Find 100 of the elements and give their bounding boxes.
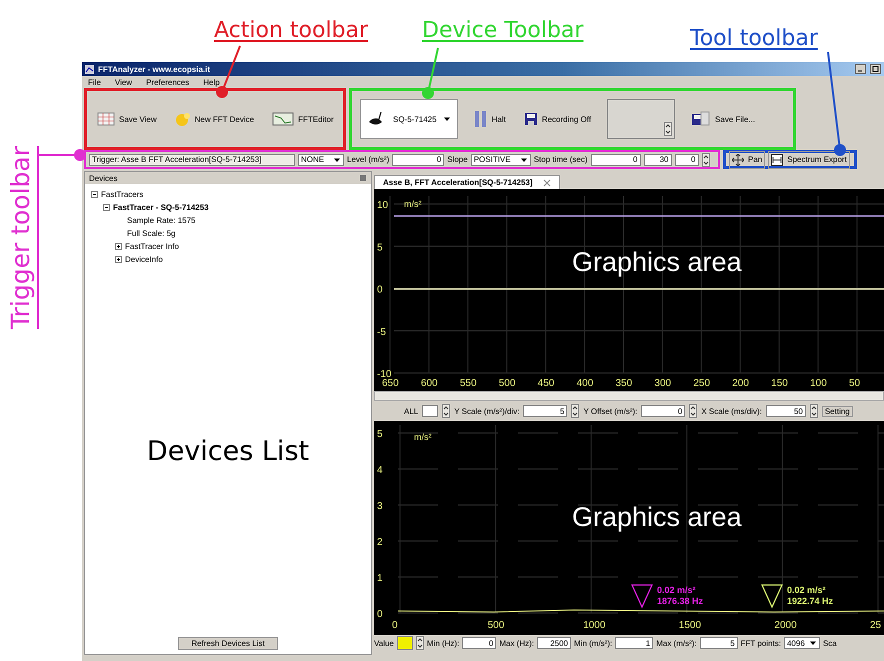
scrollbar[interactable]: [374, 391, 884, 401]
spinner-arrows-icon[interactable]: [702, 152, 710, 166]
tree-item[interactable]: Sample Rate: 1575: [127, 216, 196, 225]
mode-dropdown[interactable]: NONE: [298, 154, 344, 166]
annotation-label: Device Toolbar: [422, 20, 584, 42]
menu-item[interactable]: Preferences: [146, 78, 190, 86]
toolbar-button[interactable]: New FFT Device: [172, 109, 256, 129]
tree-item[interactable]: DeviceInfo: [125, 255, 163, 264]
spectrum-icon: [771, 154, 784, 166]
field-label: X Scale (ms/div):: [701, 406, 762, 416]
device-dropdown[interactable]: SQ-5-71425: [360, 99, 458, 139]
max-value-field[interactable]: 5: [700, 637, 738, 649]
tree-item[interactable]: Full Scale: 5g: [127, 229, 176, 238]
x-scale-field[interactable]: 50: [766, 405, 806, 417]
trigger-source-field[interactable]: Trigger: Asse B FFT Acceleration[SQ-5-714253]: [89, 154, 295, 166]
move-arrows-icon: [732, 154, 744, 166]
axis-tick-label: 200: [732, 378, 749, 389]
axis-tick-label: 2000: [774, 620, 797, 631]
spinner-arrows-icon[interactable]: [689, 404, 698, 418]
marker-frequency: 1922.74 Hz: [787, 596, 834, 606]
axis-tick-label: 5: [377, 242, 383, 254]
y-offset-field[interactable]: 0: [641, 405, 686, 417]
collapse-icon[interactable]: [103, 204, 110, 211]
marker-frequency: 1876.38 Hz: [657, 596, 704, 606]
max-hz-field[interactable]: 2500: [537, 637, 571, 649]
annotation-label: Trigger toolbar: [8, 146, 33, 329]
toolbar-button[interactable]: Pan: [729, 150, 766, 168]
halt-button[interactable]: Halt: [472, 108, 508, 130]
dropdown-arrow-icon: [520, 156, 528, 164]
field-label: Value: [374, 638, 394, 648]
field-label: Min (m/s²):: [574, 638, 612, 648]
min-hz-field[interactable]: 0: [462, 637, 496, 649]
chart-icon: [272, 112, 294, 126]
dropdown-arrow-icon: [442, 115, 451, 123]
unit-label: m/s²: [404, 199, 422, 209]
menu-item[interactable]: Help: [203, 78, 220, 86]
axis-tick-label: 0: [377, 284, 383, 296]
toolbar-button[interactable]: Spectrum Export: [768, 150, 850, 168]
pause-icon: [474, 110, 488, 128]
field-label: Max (m/s²):: [656, 638, 697, 648]
graphics-area-label: Graphics area: [572, 247, 742, 277]
tree-item[interactable]: FastTracers: [101, 190, 144, 199]
field-label: Min (Hz):: [426, 638, 460, 648]
spin-field[interactable]: 30: [644, 154, 672, 166]
minimize-icon[interactable]: [855, 64, 866, 74]
window-title: FFTAnalyzer - www.ecopsia.it: [98, 64, 210, 74]
tree-item[interactable]: FastTracer - SQ-5-714253: [113, 203, 209, 212]
pin-icon[interactable]: [359, 174, 367, 182]
toolbar-button[interactable]: FFTEditor: [270, 110, 336, 128]
spin-field[interactable]: 0: [674, 154, 698, 166]
axis-tick-label: -10: [377, 369, 392, 380]
axis-tick-label: 150: [771, 378, 788, 389]
axis-tick-label: 0: [377, 609, 383, 620]
color-swatch[interactable]: [396, 636, 413, 650]
axis-tick-label: 3: [377, 501, 383, 512]
field-label: Sca: [822, 638, 837, 648]
refresh-button[interactable]: Refresh Devices List: [178, 637, 278, 650]
field-label: Y Offset (m/s²):: [583, 406, 638, 416]
collapse-icon[interactable]: [91, 191, 98, 198]
graphics-area-label: Graphics area: [572, 502, 742, 532]
expand-icon[interactable]: [115, 243, 122, 250]
settings-button[interactable]: Setting: [822, 406, 853, 416]
marker-value: 0.02 m/s²: [787, 585, 826, 595]
axis-tick-label: 10: [377, 200, 388, 211]
axis-tick-label: 1000: [583, 620, 606, 631]
spinner-arrows-icon[interactable]: [664, 122, 672, 136]
fft-points-dropdown[interactable]: 4096: [784, 637, 820, 649]
annotation-label: Action toolbar: [214, 20, 368, 42]
axis-tick-label: 1500: [678, 620, 702, 631]
y-scale-field[interactable]: 5: [523, 405, 568, 417]
slope-dropdown[interactable]: POSITIVE: [470, 154, 531, 166]
maximize-icon[interactable]: [870, 64, 881, 74]
save-file-button[interactable]: Save File...: [689, 109, 758, 129]
field-label: Stop time (sec): [534, 155, 588, 164]
spinner-arrows-icon[interactable]: [810, 404, 818, 418]
axis-tick-label: 1: [377, 573, 383, 584]
channel-field[interactable]: [422, 405, 438, 417]
axis-tick-label: 300: [654, 378, 672, 389]
field-label: Slope: [447, 155, 468, 164]
toolbar-button[interactable]: Save View: [95, 110, 159, 128]
stop-time-field[interactable]: 0: [590, 154, 640, 166]
axis-tick-label: 2: [377, 537, 383, 548]
field-label: Y Scale (m/s²)/div:: [454, 406, 520, 416]
close-icon[interactable]: [542, 178, 551, 186]
axis-tick-label: -5: [377, 326, 386, 338]
recording-button[interactable]: Recording Off: [522, 110, 594, 128]
plot-tab[interactable]: Asse B, FFT Acceleration[SQ-5-714253]: [374, 175, 560, 189]
unit-label: m/s²: [414, 432, 432, 442]
expand-icon[interactable]: [115, 256, 122, 263]
axis-tick-label: 400: [576, 378, 594, 389]
menu-item[interactable]: File: [88, 78, 101, 86]
min-value-field[interactable]: 1: [615, 637, 654, 649]
tree-item[interactable]: FastTracer Info: [125, 242, 179, 251]
spinner-arrows-icon[interactable]: [442, 404, 450, 418]
spinner-arrows-icon[interactable]: [571, 404, 580, 418]
grid-view-icon: [97, 112, 115, 126]
axis-tick-label: 350: [616, 378, 632, 389]
menu-item[interactable]: View: [114, 78, 132, 86]
spinner-arrows-icon[interactable]: [416, 636, 424, 650]
level-field[interactable]: 0: [392, 154, 444, 166]
